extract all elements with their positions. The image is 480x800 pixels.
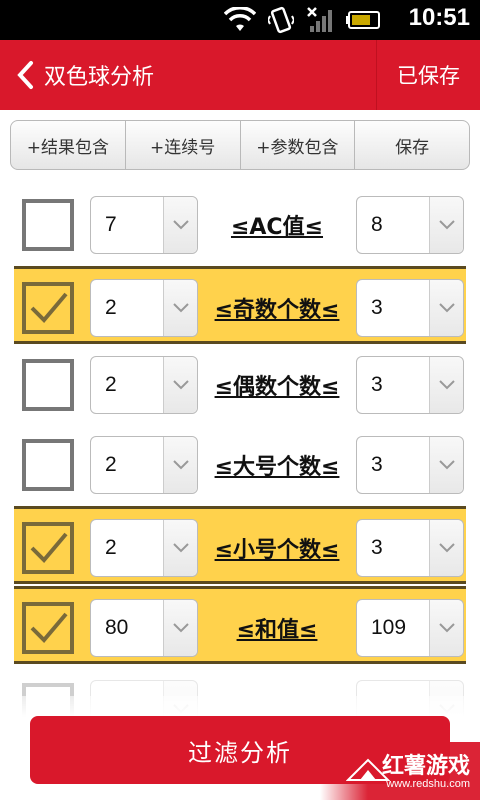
chevron-down-icon (438, 460, 455, 470)
toolbar-area: +结果包含 +连续号 +参数包含 保存 (0, 110, 480, 180)
filter-row-ac: 7 ≤AC值≤ 8 (14, 186, 466, 264)
watermark-brand: 红薯游戏 (381, 754, 470, 779)
filter-row-big-count: 2 ≤大号个数≤ 3 (14, 426, 466, 504)
watermark-url: www.redshu.com (386, 778, 470, 790)
battery-icon (346, 11, 380, 29)
max-select[interactable]: 3 (356, 356, 464, 414)
dropdown-arrow (429, 520, 463, 576)
dropdown-arrow (163, 600, 197, 656)
back-button[interactable]: 双色球分析 (0, 40, 170, 110)
chevron-down-icon (438, 380, 455, 390)
filter-label[interactable]: ≤奇数个数≤ (200, 269, 354, 347)
min-select[interactable]: 2 (90, 279, 198, 337)
filter-row-small-count: 2 ≤小号个数≤ 3 (14, 506, 466, 584)
filter-row-sum: 80 ≤和值≤ 109 (14, 586, 466, 664)
chevron-down-icon (172, 220, 189, 230)
max-value: 3 (371, 373, 383, 396)
chevron-down-icon (172, 380, 189, 390)
dropdown-arrow (163, 357, 197, 413)
filter-label[interactable]: ≤AC值≤ (200, 186, 354, 264)
min-select[interactable]: 80 (90, 599, 198, 657)
min-value: 2 (105, 536, 117, 559)
row-checkbox[interactable] (22, 439, 74, 491)
toolbar: +结果包含 +连续号 +参数包含 保存 (10, 120, 470, 170)
vibrate-icon (268, 6, 294, 34)
row-checkbox[interactable] (22, 199, 74, 251)
add-param-include-button[interactable]: +参数包含 (241, 121, 356, 169)
chevron-down-icon (438, 623, 455, 633)
status-bar: 10:51 (0, 0, 480, 40)
saved-button[interactable]: 已保存 (376, 40, 480, 110)
min-select[interactable]: 7 (90, 196, 198, 254)
min-value: 2 (105, 453, 117, 476)
no-signal-icon (307, 7, 332, 32)
max-select[interactable]: 3 (356, 279, 464, 337)
min-value: 2 (105, 296, 117, 319)
dropdown-arrow (429, 280, 463, 336)
checkmark-icon (30, 532, 68, 563)
dropdown-arrow (429, 357, 463, 413)
row-checkbox[interactable] (22, 359, 74, 411)
max-value: 8 (371, 213, 383, 236)
watermark: 红薯游戏 www.redshu.com (320, 742, 480, 800)
dropdown-arrow (163, 520, 197, 576)
max-value: 3 (371, 536, 383, 559)
dropdown-arrow (429, 600, 463, 656)
dropdown-arrow (163, 197, 197, 253)
filter-row-odd-count: 2 ≤奇数个数≤ 3 (14, 266, 466, 344)
add-result-include-button[interactable]: +结果包含 (11, 121, 126, 169)
chevron-down-icon (172, 460, 189, 470)
dropdown-arrow (163, 280, 197, 336)
dropdown-arrow (429, 437, 463, 493)
row-checkbox[interactable] (22, 602, 74, 654)
filter-label[interactable]: ≤小号个数≤ (200, 509, 354, 587)
min-select[interactable]: 2 (90, 356, 198, 414)
checkmark-icon (30, 612, 68, 643)
filter-label[interactable]: ≤大号个数≤ (200, 426, 354, 504)
status-icons (224, 6, 382, 34)
max-select[interactable]: 8 (356, 196, 464, 254)
row-checkbox[interactable] (22, 522, 74, 574)
add-consecutive-button[interactable]: +连续号 (126, 121, 241, 169)
dropdown-arrow (429, 197, 463, 253)
min-value: 2 (105, 373, 117, 396)
dropdown-arrow (163, 437, 197, 493)
chevron-down-icon (438, 303, 455, 313)
max-value: 109 (371, 616, 407, 639)
chevron-left-icon (17, 61, 33, 89)
max-select[interactable]: 3 (356, 519, 464, 577)
min-select[interactable]: 2 (90, 519, 198, 577)
min-value: 7 (105, 213, 117, 236)
chevron-down-icon (438, 543, 455, 553)
filter-row-even-count: 2 ≤偶数个数≤ 3 (14, 346, 466, 424)
save-button[interactable]: 保存 (355, 121, 469, 169)
max-value: 3 (371, 296, 383, 319)
wifi-icon (224, 7, 256, 31)
max-select[interactable]: 109 (356, 599, 464, 657)
row-checkbox[interactable] (22, 282, 74, 334)
filter-label[interactable]: ≤和值≤ (200, 589, 354, 667)
max-select[interactable]: 3 (356, 436, 464, 494)
page-title: 双色球分析 (44, 65, 155, 90)
chevron-down-icon (172, 623, 189, 633)
checkmark-icon (30, 292, 68, 323)
title-bar: 双色球分析 已保存 (0, 40, 480, 110)
chevron-down-icon (172, 303, 189, 313)
min-value: 80 (105, 616, 129, 639)
max-value: 3 (371, 453, 383, 476)
chevron-down-icon (438, 220, 455, 230)
min-select[interactable]: 2 (90, 436, 198, 494)
status-time: 10:51 (408, 4, 470, 31)
filter-label[interactable]: ≤偶数个数≤ (200, 346, 354, 424)
chevron-down-icon (172, 543, 189, 553)
